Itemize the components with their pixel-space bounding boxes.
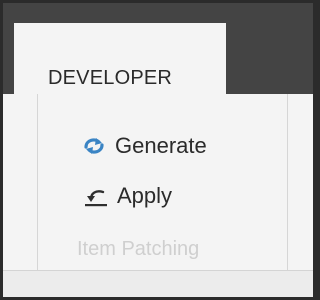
apply-button-label: Apply	[117, 183, 173, 208]
generate-sync-icon	[81, 134, 107, 158]
tab-developer-label: DEVELOPER	[48, 67, 173, 89]
ribbon-window: DEVELOPER Generate Apply Item Patching	[3, 3, 313, 297]
apply-button[interactable]: Apply	[83, 180, 172, 212]
group-divider-left	[37, 94, 38, 270]
ribbon-panel: Generate Apply Item Patching	[3, 94, 313, 297]
group-divider-right	[287, 94, 288, 270]
generate-button[interactable]: Generate	[81, 130, 207, 162]
tab-developer[interactable]: DEVELOPER	[14, 23, 226, 95]
generate-button-label: Generate	[115, 133, 207, 158]
group-label-item-patching: Item Patching	[77, 238, 200, 260]
apply-undo-icon	[83, 184, 109, 208]
ribbon-bottom-strip	[3, 270, 313, 297]
